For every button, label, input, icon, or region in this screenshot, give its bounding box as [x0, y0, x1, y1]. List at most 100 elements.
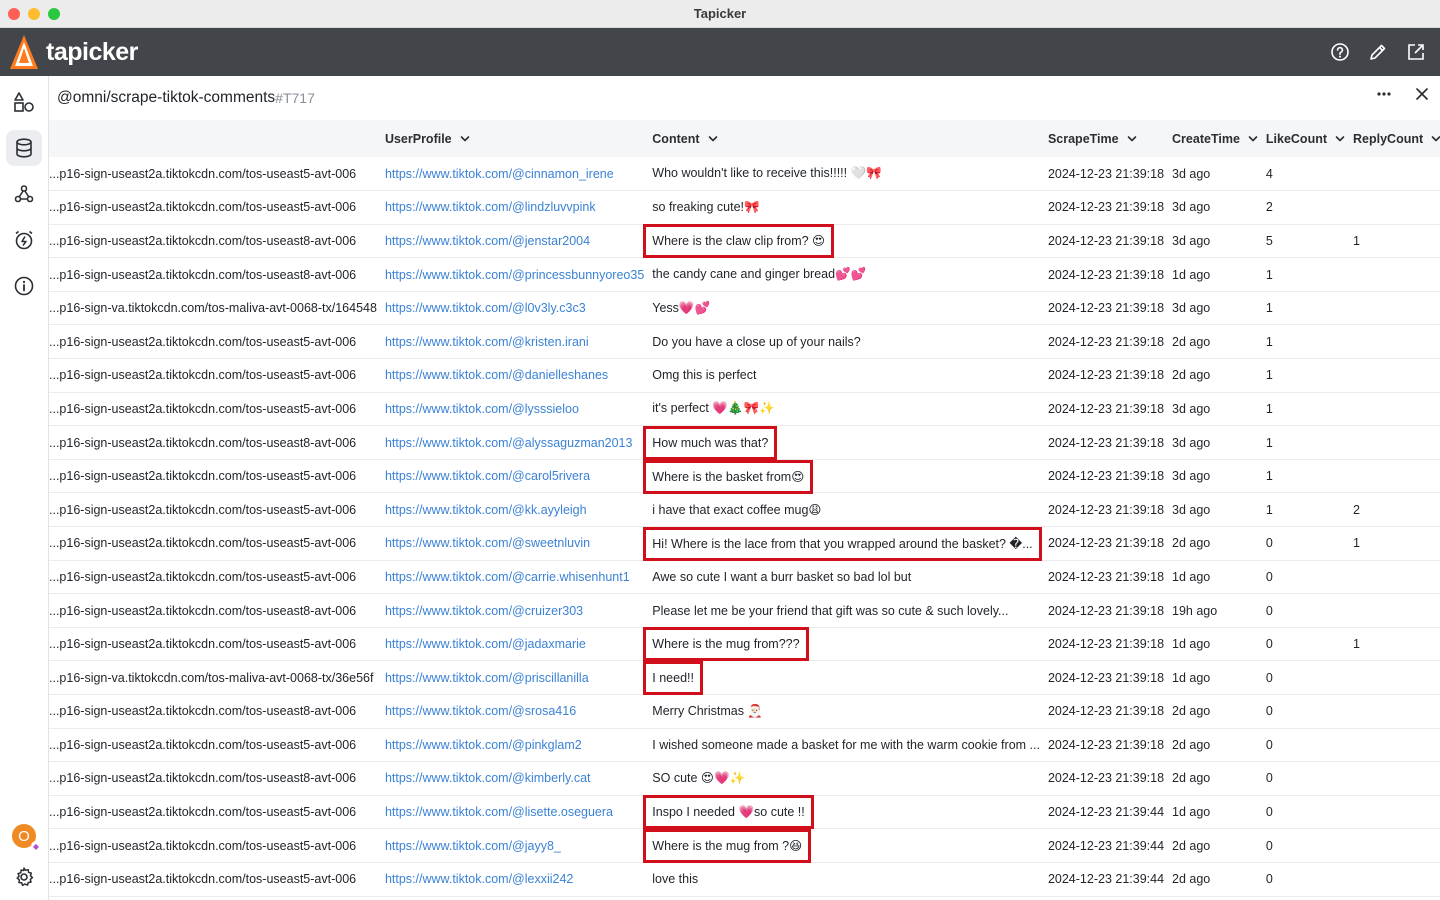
profile-link-cell[interactable]: https://www.tiktok.com/@lindzluvvpink [377, 191, 644, 225]
table-row[interactable]: p16-sign-useast2a.tiktokcdn.com/tos-usea… [49, 425, 1440, 460]
user-avatar[interactable]: O ◆ [12, 824, 41, 851]
column-header[interactable]: CreateTime [1164, 120, 1258, 157]
scrape-time-cell: 2024-12-23 21:39:18 [1047, 166, 1165, 181]
column-header-label: Content [652, 131, 700, 146]
profile-link-cell[interactable]: https://www.tiktok.com/@danielleshanes [377, 359, 644, 393]
profile-link-cell[interactable]: https://www.tiktok.com/@jenstar2004 [377, 224, 644, 258]
profile-link-cell[interactable]: https://www.tiktok.com/@kk.ayyleigh [377, 493, 644, 527]
column-header[interactable] [49, 120, 377, 157]
table-row[interactable]: p16-sign-useast2a.tiktokcdn.com/tos-usea… [49, 459, 1440, 494]
comment-text: the candy cane and ginger bread💕💕 [652, 267, 867, 282]
table-row[interactable]: p16-sign-useast2a.tiktokcdn.com/tos-usea… [49, 191, 1440, 225]
chevron-down-icon[interactable] [1431, 134, 1440, 144]
column-header[interactable]: ReplyCount [1345, 120, 1440, 157]
more-icon[interactable] [1376, 86, 1392, 102]
profile-link-cell[interactable]: https://www.tiktok.com/@kristen.irani [377, 325, 644, 359]
table-row[interactable]: p16-sign-useast2a.tiktokcdn.com/tos-usea… [49, 594, 1440, 628]
profile-link-cell[interactable]: https://www.tiktok.com/@carrie.whisenhun… [377, 560, 644, 594]
profile-link-cell[interactable]: https://www.tiktok.com/@cruizer303 [377, 594, 644, 628]
table-row[interactable]: p16-sign-useast2a.tiktokcdn.com/tos-usea… [49, 325, 1440, 359]
table-row[interactable]: p16-sign-useast2a.tiktokcdn.com/tos-usea… [49, 627, 1440, 662]
profile-link-cell[interactable]: https://www.tiktok.com/@l0v3ly.c3c3 [377, 291, 644, 325]
comment-text: Omg this is perfect [652, 368, 757, 383]
sidebar-item-templates[interactable] [6, 84, 42, 120]
reply-count-cell [1345, 291, 1440, 325]
profile-link-cell[interactable]: https://www.tiktok.com/@jadaxmarie [377, 627, 644, 661]
table-row[interactable]: p16-sign-useast2a.tiktokcdn.com/tos-usea… [49, 224, 1440, 259]
table-row[interactable]: p16-sign-useast2a.tiktokcdn.com/tos-usea… [49, 695, 1440, 729]
create-time-cell: 3d ago [1172, 401, 1211, 416]
profile-link-cell[interactable]: https://www.tiktok.com/@lexxii242 [377, 862, 644, 896]
table-row[interactable]: p16-sign-useast2a.tiktokcdn.com/tos-usea… [49, 560, 1440, 594]
like-count-cell: 0 [1265, 536, 1273, 551]
chevron-down-icon[interactable] [1335, 134, 1345, 144]
table-row[interactable]: p16-sign-useast2a.tiktokcdn.com/tos-usea… [49, 762, 1440, 796]
like-count-cell: 0 [1265, 838, 1273, 853]
column-header-label: LikeCount [1265, 131, 1327, 146]
table-row[interactable]: p16-sign-useast2a.tiktokcdn.com/tos-usea… [49, 392, 1440, 426]
chevron-down-icon[interactable] [708, 134, 718, 144]
edit-icon[interactable] [1366, 40, 1390, 64]
profile-link-cell[interactable]: https://www.tiktok.com/@carol5rivera [377, 459, 644, 493]
window-maximize-button[interactable] [48, 8, 60, 20]
external-link-icon[interactable] [1404, 40, 1428, 64]
profile-link-cell[interactable]: https://www.tiktok.com/@kimberly.cat [377, 762, 644, 796]
sidebar-item-about[interactable] [6, 268, 42, 304]
column-header[interactable]: ScrapeTime [1040, 120, 1164, 157]
table-row[interactable]: p16-sign-useast2a.tiktokcdn.com/tos-usea… [49, 862, 1440, 897]
avatar-url-cell: p16-sign-useast2a.tiktokcdn.com/tos-usea… [49, 166, 357, 181]
scrape-time-cell: 2024-12-23 21:39:18 [1047, 502, 1165, 517]
page-header: @omni/scrape-tiktok-comments #T717 [49, 76, 1440, 120]
profile-link-cell[interactable]: https://www.tiktok.com/@princessbunnyore… [377, 258, 644, 292]
window-close-button[interactable] [8, 8, 20, 20]
profile-link-cell[interactable]: https://www.tiktok.com/@lisette.oseguera [377, 795, 644, 829]
profile-link-cell[interactable]: https://www.tiktok.com/@sweetnluvin [377, 527, 644, 561]
profile-link-cell[interactable]: https://www.tiktok.com/@jayy8_ [377, 829, 644, 863]
table-row[interactable]: p16-sign-useast2a.tiktokcdn.com/tos-usea… [49, 258, 1440, 292]
column-header[interactable]: LikeCount [1258, 120, 1345, 157]
table-row[interactable]: p16-sign-useast2a.tiktokcdn.com/tos-usea… [49, 526, 1440, 561]
table-row[interactable]: p16-sign-useast2a.tiktokcdn.com/tos-usea… [49, 728, 1440, 762]
comment-text: Yess💗💕 [652, 300, 711, 315]
scrape-time-cell: 2024-12-23 21:39:18 [1047, 435, 1165, 450]
create-time-cell: 3d ago [1172, 233, 1211, 248]
chevron-down-icon[interactable] [1127, 134, 1137, 144]
settings-icon[interactable] [13, 866, 35, 888]
chevron-down-icon[interactable] [1248, 134, 1258, 144]
table-row[interactable]: p16-sign-useast2a.tiktokcdn.com/tos-usea… [49, 829, 1440, 864]
table-row[interactable]: p16-sign-useast2a.tiktokcdn.com/tos-usea… [49, 359, 1440, 393]
profile-link-cell[interactable]: https://www.tiktok.com/@srosa416 [377, 695, 644, 729]
table-row[interactable]: p16-sign-useast2a.tiktokcdn.com/tos-usea… [49, 493, 1440, 527]
sidebar-item-data[interactable] [6, 130, 42, 166]
sidebar-item-schedules[interactable] [6, 222, 42, 258]
profile-link-cell[interactable]: https://www.tiktok.com/@lysssieloo [377, 392, 644, 426]
shapes-icon [14, 92, 34, 112]
chevron-down-icon[interactable] [460, 134, 470, 144]
profile-link-cell[interactable]: https://www.tiktok.com/@priscillanilla [377, 661, 644, 695]
scrape-time-cell: 2024-12-23 21:39:18 [1047, 233, 1165, 248]
create-time-cell: 2d ago [1172, 872, 1211, 887]
help-icon[interactable] [1328, 40, 1352, 64]
column-header[interactable]: UserProfile [377, 120, 644, 157]
like-count-cell: 0 [1265, 569, 1273, 584]
table-row[interactable]: p16-sign-va.tiktokcdn.com/tos-maliva-avt… [49, 660, 1440, 695]
column-header-label: ReplyCount [1353, 131, 1424, 146]
avatar-url-cell: p16-sign-useast2a.tiktokcdn.com/tos-usea… [49, 637, 357, 652]
profile-link-cell[interactable]: https://www.tiktok.com/@cinnamon_irene [377, 157, 644, 191]
reply-count-cell: 2 [1353, 502, 1360, 517]
column-header[interactable]: Content [644, 120, 1040, 157]
profile-link-cell[interactable]: https://www.tiktok.com/@pinkglam2 [377, 728, 644, 762]
scrape-time-cell: 2024-12-23 21:39:18 [1047, 637, 1165, 652]
table-row[interactable]: p16-sign-va.tiktokcdn.com/tos-maliva-avt… [49, 291, 1440, 325]
table-row[interactable]: p16-sign-useast2a.tiktokcdn.com/tos-usea… [49, 794, 1440, 829]
window-minimize-button[interactable] [28, 8, 40, 20]
profile-link-cell[interactable]: https://www.tiktok.com/@alyssaguzman2013 [377, 426, 644, 460]
sidebar-item-webhooks[interactable] [6, 176, 42, 212]
comment-text: Merry Christmas 🎅🏻 [652, 703, 763, 718]
reply-count-cell [1345, 359, 1440, 393]
close-icon[interactable] [1414, 86, 1430, 102]
table-row[interactable]: p16-sign-useast2a.tiktokcdn.com/tos-usea… [49, 157, 1440, 191]
reply-count-cell [1345, 661, 1440, 695]
create-time-cell: 1d ago [1172, 267, 1211, 282]
content-cell: Where is the basket from😍 [643, 459, 1040, 494]
